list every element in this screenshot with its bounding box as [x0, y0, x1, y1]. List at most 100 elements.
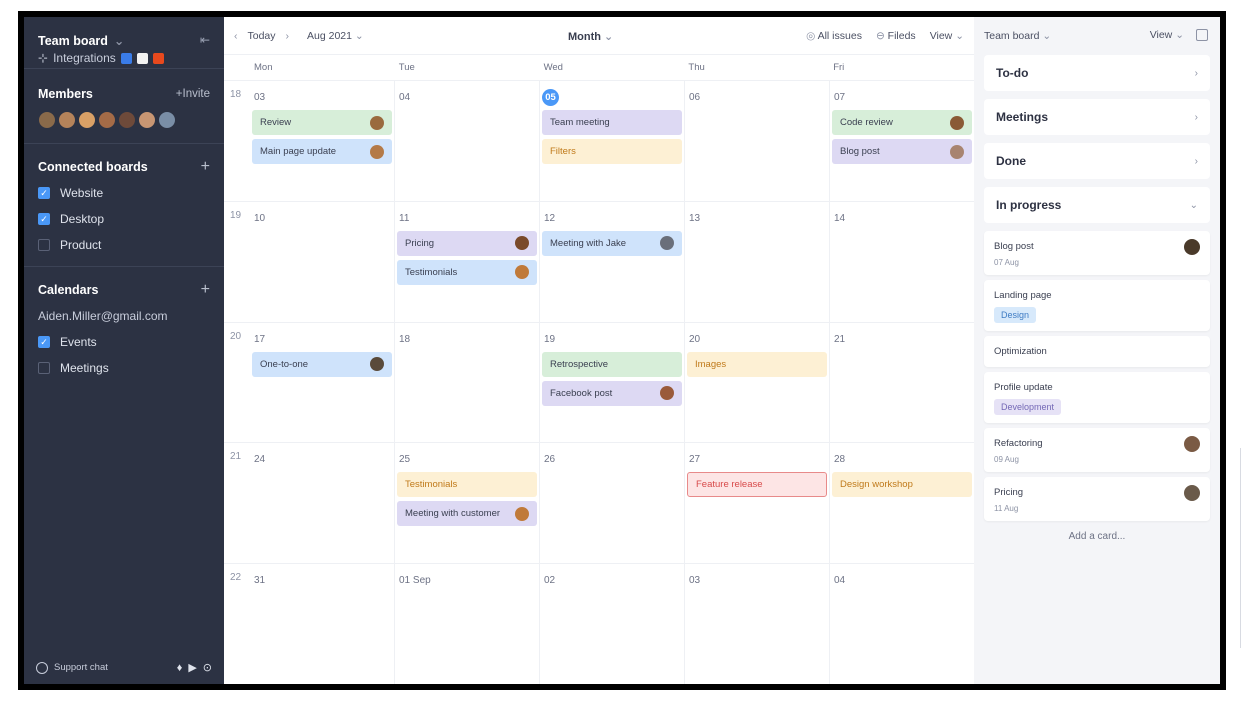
day-cell[interactable]: 05 Team meeting Filters: [540, 81, 685, 201]
member-avatar[interactable]: [38, 111, 56, 129]
calendar-event[interactable]: Meeting with customer: [397, 501, 537, 527]
member-avatar[interactable]: [158, 111, 176, 129]
board-group[interactable]: In progress ⌄: [984, 187, 1210, 223]
panel-toggle-icon[interactable]: [1196, 29, 1208, 41]
task-card[interactable]: Refactoring 09 Aug: [984, 428, 1210, 472]
task-card[interactable]: Landing page Design: [984, 280, 1210, 331]
task-card[interactable]: Optimization: [984, 336, 1210, 367]
calendar-event[interactable]: Feature release: [687, 472, 827, 498]
day-cell[interactable]: 03 Review Main page update: [250, 81, 395, 201]
member-avatar[interactable]: [98, 111, 116, 129]
day-cell[interactable]: 03: [685, 564, 830, 684]
board-group[interactable]: Done ›: [984, 143, 1210, 179]
day-cell[interactable]: 18: [395, 322, 540, 443]
today-button[interactable]: Today: [248, 30, 276, 42]
chevron-right-icon: ›: [1194, 155, 1198, 167]
day-cell[interactable]: 27 Feature release: [685, 443, 830, 564]
checkbox[interactable]: ✓: [38, 336, 50, 348]
day-cell[interactable]: 04: [395, 81, 540, 201]
board-item[interactable]: Product: [38, 238, 210, 252]
week-number: 22: [230, 572, 242, 584]
task-card[interactable]: Profile update Development: [984, 372, 1210, 423]
checkbox[interactable]: [38, 239, 50, 251]
board-item[interactable]: ✓ Website: [38, 186, 210, 200]
checkbox[interactable]: ✓: [38, 187, 50, 199]
calendar-event[interactable]: Main page update: [252, 139, 392, 164]
sidebar-header: Team board ⌄ ⇤ ⊹ Integrations: [24, 17, 224, 69]
day-cell[interactable]: 17 One-to-one: [250, 322, 395, 443]
calendar-event[interactable]: Code review: [832, 110, 972, 135]
calendar-event[interactable]: Testimonials: [397, 472, 537, 498]
invite-button[interactable]: +Invite: [176, 88, 210, 100]
collapse-icon[interactable]: ⇤: [200, 33, 210, 47]
board-group[interactable]: Meetings ›: [984, 99, 1210, 135]
next-icon[interactable]: ›: [286, 30, 290, 42]
support-chat-link[interactable]: Support chat: [54, 662, 108, 673]
calendar-event[interactable]: Design workshop: [832, 472, 972, 498]
calendar-event[interactable]: Images: [687, 351, 827, 377]
board-item[interactable]: ✓ Desktop: [38, 212, 210, 226]
team-switcher[interactable]: Team board ⌄: [38, 33, 210, 49]
bell-icon[interactable]: ♦: [177, 662, 183, 674]
board-group[interactable]: To-do ›: [984, 55, 1210, 91]
calendar-label: Events: [60, 335, 97, 349]
calendar-event[interactable]: Filters: [542, 139, 682, 164]
task-card[interactable]: Pricing 11 Aug: [984, 477, 1210, 521]
view-mode-select[interactable]: Month ⌄: [568, 30, 613, 43]
day-cell[interactable]: 06: [685, 81, 830, 201]
calendar-event[interactable]: Pricing: [397, 230, 537, 256]
day-cell[interactable]: 28 Design workshop: [830, 443, 974, 563]
day-cell[interactable]: 04: [830, 564, 974, 684]
view-menu[interactable]: View ⌄: [930, 30, 964, 42]
all-issues-filter[interactable]: ◎ All issues: [806, 30, 862, 42]
day-cell[interactable]: 21: [830, 323, 974, 443]
prev-icon[interactable]: ‹: [234, 30, 238, 42]
add-card-button[interactable]: Add a card...: [984, 531, 1210, 542]
day-cell[interactable]: 11 Pricing Testimonials: [395, 201, 540, 322]
office-icon[interactable]: [152, 52, 164, 64]
day-number: 21: [834, 333, 846, 345]
checkbox[interactable]: ✓: [38, 213, 50, 225]
day-cell[interactable]: 01 Sep: [395, 564, 540, 684]
member-avatar[interactable]: [78, 111, 96, 129]
calendar-app-icon[interactable]: [136, 52, 148, 64]
day-cell[interactable]: 19 Retrospective Facebook post: [540, 322, 685, 443]
calendar-event[interactable]: One-to-one: [252, 351, 392, 377]
settings-icon[interactable]: ⊙: [203, 661, 212, 674]
day-cell[interactable]: 13: [685, 201, 830, 322]
calendar-event[interactable]: Facebook post: [542, 380, 682, 406]
day-cell[interactable]: 14: [830, 202, 974, 322]
day-cell[interactable]: 25 Testimonials Meeting with customer: [395, 443, 540, 564]
calendar-event[interactable]: Meeting with Jake: [542, 230, 682, 256]
calendar-item[interactable]: ✓ Events: [38, 335, 210, 349]
fields-button[interactable]: ⊖ Fileds: [876, 30, 916, 42]
google-calendar-icon[interactable]: [120, 52, 132, 64]
checkbox[interactable]: [38, 362, 50, 374]
calendar-event[interactable]: Retrospective: [542, 351, 682, 377]
calendar-event[interactable]: Blog post: [832, 139, 972, 164]
board-label: Desktop: [60, 212, 105, 226]
calendar-event[interactable]: Team meeting: [542, 110, 682, 135]
add-calendar-icon[interactable]: +: [201, 282, 210, 298]
day-cell[interactable]: 31: [250, 564, 395, 684]
board-select[interactable]: Team board ⌄: [984, 30, 1051, 42]
member-avatar[interactable]: [118, 111, 136, 129]
member-avatar[interactable]: [58, 111, 76, 129]
day-cell[interactable]: 02: [540, 564, 685, 684]
member-avatar[interactable]: [138, 111, 156, 129]
day-cell[interactable]: 20 Images: [685, 322, 830, 443]
day-cell[interactable]: 07 Code review Blog post: [830, 81, 974, 201]
calendar-event[interactable]: Testimonials: [397, 259, 537, 285]
day-cell[interactable]: 10: [250, 201, 395, 322]
integrations-link[interactable]: ⊹ Integrations: [38, 51, 164, 65]
day-cell[interactable]: 24: [250, 443, 395, 564]
task-card[interactable]: Blog post 07 Aug: [984, 231, 1210, 275]
calendar-item[interactable]: Meetings: [38, 361, 210, 375]
month-picker[interactable]: Aug 2021 ⌄: [307, 30, 364, 42]
panel-view-menu[interactable]: View ⌄: [1150, 29, 1184, 41]
day-cell[interactable]: 26: [540, 443, 685, 564]
play-icon[interactable]: ▶: [188, 661, 196, 674]
add-board-icon[interactable]: +: [201, 159, 210, 175]
day-cell[interactable]: 12 Meeting with Jake: [540, 201, 685, 322]
calendar-event[interactable]: Review: [252, 110, 392, 135]
